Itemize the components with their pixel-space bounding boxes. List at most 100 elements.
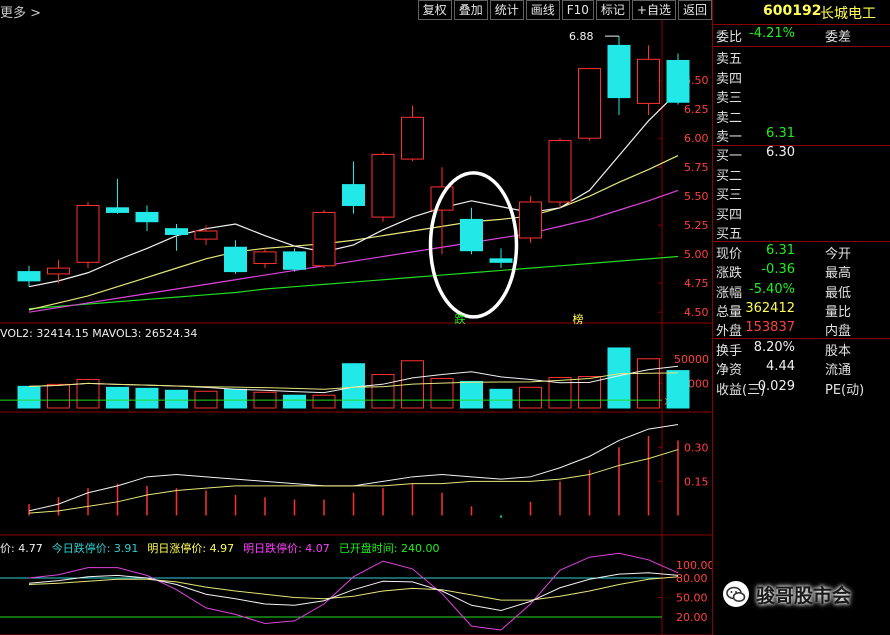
candle-up [47, 267, 70, 275]
buy-order-label: 买五 [716, 227, 743, 242]
volume-bar-down [283, 394, 306, 409]
candle-up [519, 201, 542, 239]
stat-label-secondary: 流通 [825, 363, 852, 379]
candle-up [312, 211, 336, 267]
stat-row: 总量 362412 量比 [713, 301, 890, 320]
stat-label-secondary: PE(动) [825, 382, 865, 398]
candle-down [224, 246, 247, 273]
stat-row: 涨跌 -0.36 最高 [713, 262, 890, 281]
volume-bar-down [135, 387, 159, 409]
stat-row: 涨幅 -5.40% 最低 [713, 282, 890, 301]
macd-axis-label: 0.15 [684, 475, 709, 488]
watermark: 骏哥股市会 [722, 580, 851, 608]
stat-value: 4.44 [766, 359, 795, 375]
stat-row: 收益(三) 0.029 PE(动) [713, 379, 890, 398]
weibi-row: 委比 -4.21% 委差 [713, 26, 890, 45]
limit-item: 价: 4.77 [0, 542, 43, 555]
kdj-axis-label: 80.00 [676, 572, 708, 585]
toolbar-button-6[interactable]: +自选 [631, 0, 676, 20]
sell-order-price: 6.31 [766, 126, 795, 141]
stat-label-secondary: 最高 [825, 266, 852, 282]
stat-label-secondary: 量比 [825, 304, 852, 320]
buy-order-label: 买四 [716, 207, 743, 223]
price-axis-label: 6.25 [684, 103, 709, 116]
quote-panel: 600192 长城电工 委比 -4.21% 委差 卖五 卖四 卖三 卖二 卖一 6.31 … [712, 0, 890, 635]
stat-value: 362412 [745, 300, 795, 316]
toolbar-buttons: 复权 叠加 统计 画线 F10 标记 +自选 返回 [416, 0, 712, 20]
stock-code: 600192 [763, 3, 822, 19]
kdj-axis-label: 100.00 [676, 559, 712, 572]
stat-label: 净资 [716, 363, 743, 379]
volume-indicator-readout: VOL2: 32414.15 MAVOL3: 26524.34 [0, 327, 198, 340]
candle-down [342, 184, 365, 206]
toolbar-button-4[interactable]: F10 [561, 0, 594, 20]
stat-row: 外盘 153837 内盘 [713, 320, 890, 339]
stock-name: 长城电工 [820, 6, 876, 22]
candle-up [253, 251, 277, 264]
candle-down [607, 44, 631, 99]
price-axis-label: 6.00 [684, 132, 709, 145]
volume-bar-down [165, 389, 188, 409]
toolbar-button-2[interactable]: 统计 [489, 0, 524, 20]
volume-bar-down [666, 370, 690, 409]
candle-down [165, 228, 188, 235]
buy-order-row: 买四 [713, 204, 890, 223]
volume-bar-up [312, 394, 336, 409]
kdj-axis-label: 20.00 [676, 611, 708, 624]
limit-item: 明日涨停价: 4.97 [147, 542, 235, 555]
toolbar-button-3[interactable]: 画线 [525, 0, 560, 20]
stat-value: 153837 [745, 320, 795, 336]
stat-label-secondary: 内盘 [825, 324, 852, 340]
volume-bar-up [578, 376, 601, 409]
price-axis-label: 5.50 [684, 190, 709, 203]
sell-order-row: 卖一 6.31 [713, 126, 890, 145]
stat-label: 涨跌 [716, 266, 743, 282]
max-price-label: 6.88 [569, 30, 594, 43]
ma60-line [28, 255, 679, 310]
candle-down [283, 251, 306, 270]
candle-down [106, 207, 129, 213]
event-tag: 跌 [455, 312, 466, 326]
event-tag: 榜 [573, 312, 584, 326]
macd-axis-label: 0.30 [684, 441, 709, 454]
watermark-text: 骏哥股市会 [756, 584, 852, 607]
stat-label-secondary: 股本 [825, 344, 852, 359]
candle-down [17, 271, 41, 282]
stat-value: 8.20% [753, 340, 795, 355]
candle-up [578, 68, 601, 139]
toolbar-button-0[interactable]: 复权 [417, 0, 452, 20]
price-axis-label: 4.50 [684, 306, 709, 319]
candle-up [76, 204, 100, 263]
limit-item: 今日跌停价: 3.91 [51, 542, 139, 555]
limit-price-readout: 价: 4.77 今日跌停价: 3.91 明日涨停价: 4.97 明日跌停价: 4.07… [0, 540, 449, 556]
stat-label: 换手 [716, 344, 743, 359]
volume-bar-down [489, 388, 513, 409]
stat-row: 净资 4.44 流通 [713, 359, 890, 378]
kdj-axis-label: 50.00 [676, 592, 708, 605]
candle-up [401, 116, 424, 160]
limit-item: 明日跌停价: 4.07 [243, 542, 330, 555]
toolbar-button-7[interactable]: 返回 [677, 0, 712, 20]
candle-up [194, 230, 218, 240]
toolbar-button-1[interactable]: 叠加 [453, 0, 488, 20]
buy-order-label: 买二 [716, 168, 743, 184]
weibi-label: 委比 [716, 30, 743, 45]
toolbar-button-5[interactable]: 标记 [595, 0, 630, 20]
kdj-j-line [28, 552, 679, 631]
weibi-value: -4.21% [749, 26, 795, 41]
price-axis-label: 4.75 [684, 277, 709, 290]
sell-order-row: 卖五 [713, 48, 890, 67]
buy-order-row: 买三 [713, 184, 890, 203]
chart-toolbar: 更多 > 复权 叠加 统计 画线 F10 标记 +自选 返回 [0, 0, 712, 21]
buy-order-label: 买一 [716, 149, 743, 164]
sell-order-row: 卖三 [713, 87, 890, 106]
more-menu[interactable]: 更多 > [0, 2, 41, 21]
wechat-logo-icon [723, 581, 749, 607]
volume-axis-label: 50000 [674, 353, 709, 366]
candle-down [135, 211, 159, 223]
stat-label: 涨幅 [716, 285, 743, 301]
price-axis-label: 5.25 [684, 219, 709, 232]
price-axis-label: 5.75 [684, 161, 709, 174]
volume-bar-down [224, 388, 247, 409]
stat-value: 0.029 [757, 378, 795, 394]
